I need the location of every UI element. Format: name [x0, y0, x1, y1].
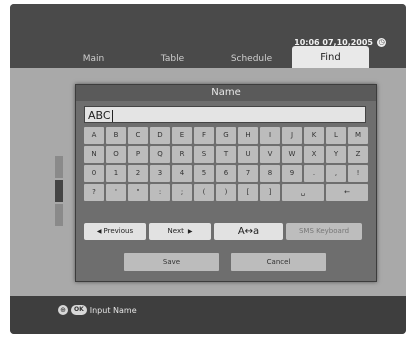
key[interactable]: ( — [194, 184, 214, 201]
next-button[interactable]: Next ▶ — [149, 223, 211, 240]
key[interactable]: H — [238, 127, 258, 144]
key[interactable]: N — [84, 146, 104, 163]
key[interactable]: G — [216, 127, 236, 144]
key[interactable]: J — [282, 127, 302, 144]
ok-button-icon: OK — [71, 305, 87, 315]
key[interactable]: ) — [216, 184, 236, 201]
tab-main[interactable]: Main — [55, 50, 132, 70]
key[interactable]: S — [194, 146, 214, 163]
key[interactable]: ' — [106, 184, 126, 201]
key[interactable]: 7 — [238, 165, 258, 182]
key[interactable]: 9 — [282, 165, 302, 182]
key[interactable]: . — [304, 165, 324, 182]
left-panel-edge — [55, 156, 63, 178]
previous-button[interactable]: ◀ Previous — [84, 223, 146, 240]
key[interactable]: Y — [326, 146, 346, 163]
key[interactable]: R — [172, 146, 192, 163]
key[interactable]: U — [238, 146, 258, 163]
key[interactable]: 8 — [260, 165, 280, 182]
cancel-button[interactable]: Cancel — [231, 253, 326, 271]
key[interactable]: ? — [84, 184, 104, 201]
key[interactable]: W — [282, 146, 302, 163]
key[interactable]: I — [260, 127, 280, 144]
status-bar: ⊕ OK Input Name — [10, 296, 406, 334]
backspace-key[interactable]: ← — [326, 184, 368, 201]
clock-icon: ◷ — [377, 38, 386, 47]
key[interactable]: 4 — [172, 165, 192, 182]
key[interactable]: 1 — [106, 165, 126, 182]
key[interactable]: A — [84, 127, 104, 144]
key[interactable]: 6 — [216, 165, 236, 182]
status-text: Input Name — [89, 305, 137, 315]
key[interactable]: B — [106, 127, 126, 144]
key[interactable]: 5 — [194, 165, 214, 182]
key[interactable]: Q — [150, 146, 170, 163]
navigation-icon: ⊕ — [58, 305, 68, 315]
tv-screen: 10:06 07,10,2005 ◷ Main Table Schedule F… — [10, 4, 406, 334]
status-hint: ⊕ OK Input Name — [58, 305, 137, 315]
case-toggle-button[interactable]: A↔a — [214, 223, 283, 240]
text-cursor — [111, 110, 113, 122]
key[interactable]: V — [260, 146, 280, 163]
key[interactable]: K — [304, 127, 324, 144]
left-panel-edge-lower — [55, 204, 63, 226]
left-arrow-icon: ◀ — [96, 228, 102, 235]
key[interactable]: P — [128, 146, 148, 163]
key[interactable]: 3 — [150, 165, 170, 182]
key[interactable]: [ — [238, 184, 258, 201]
dialog-title: Name — [76, 85, 376, 101]
right-arrow-icon: ▶ — [187, 228, 193, 235]
key[interactable]: X — [304, 146, 324, 163]
dialog-actions: Save Cancel — [124, 253, 326, 271]
key[interactable]: ! — [348, 165, 368, 182]
key[interactable]: ] — [260, 184, 280, 201]
tab-table[interactable]: Table — [134, 50, 211, 70]
key[interactable]: : — [150, 184, 170, 201]
space-key[interactable]: ␣ — [282, 184, 324, 201]
key[interactable]: 2 — [128, 165, 148, 182]
key[interactable]: Z — [348, 146, 368, 163]
tab-schedule[interactable]: Schedule — [213, 50, 290, 70]
key[interactable]: E — [172, 127, 192, 144]
top-bar: 10:06 07,10,2005 ◷ Main Table Schedule F… — [10, 4, 406, 70]
key[interactable]: L — [326, 127, 346, 144]
save-button[interactable]: Save — [124, 253, 219, 271]
key[interactable]: D — [150, 127, 170, 144]
key[interactable]: ; — [172, 184, 192, 201]
key[interactable]: C — [128, 127, 148, 144]
key[interactable]: , — [326, 165, 346, 182]
left-panel-edge-dark — [55, 180, 63, 202]
key[interactable]: T — [216, 146, 236, 163]
key[interactable]: " — [128, 184, 148, 201]
keyboard-control-row: ◀ Previous Next ▶ A↔a SMS Keyboard — [84, 223, 362, 240]
on-screen-keyboard: A B C D E F G H I J K L M N O P Q R S T … — [84, 127, 368, 201]
key[interactable]: F — [194, 127, 214, 144]
tab-find[interactable]: Find — [292, 46, 369, 68]
key[interactable]: M — [348, 127, 368, 144]
name-input[interactable]: ABC — [84, 106, 366, 123]
key[interactable]: O — [106, 146, 126, 163]
name-input-value: ABC — [88, 109, 111, 122]
sms-keyboard-button[interactable]: SMS Keyboard — [286, 223, 362, 240]
name-dialog: Name ABC A B C D E F G H I J K L M N O P… — [75, 84, 377, 282]
tab-bar: Main Table Schedule Find — [55, 46, 369, 70]
key[interactable]: 0 — [84, 165, 104, 182]
